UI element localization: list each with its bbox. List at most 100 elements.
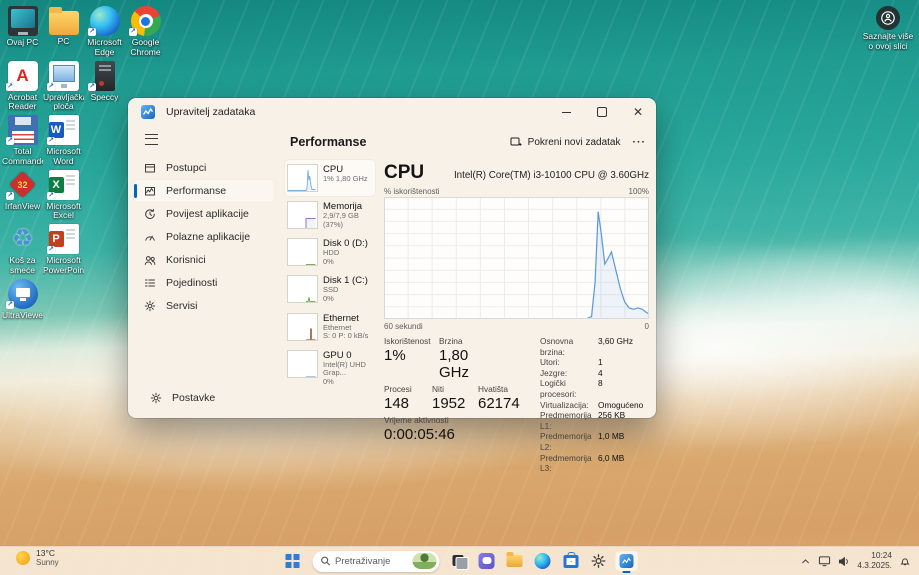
x-axis-left: 60 sekundi (384, 322, 423, 331)
detail-row: Predmemorija L1: 256 KB (540, 410, 643, 431)
threads-value: 1952 (432, 395, 478, 412)
search-highlight-image[interactable] (412, 553, 436, 569)
edge-icon (535, 553, 551, 569)
settings-button[interactable] (586, 549, 611, 573)
sidebar-item-postupci[interactable]: Postupci (134, 157, 274, 179)
task-manager-icon (620, 554, 634, 568)
sidebar-item-polazne-aplikacije[interactable]: Polazne aplikacije (134, 226, 274, 248)
shortcut-arrow-icon: ↗ (88, 83, 96, 91)
shortcut-arrow-icon: ↗ (6, 137, 14, 145)
desktop-icon-recycle-bin[interactable]: ↗ Koš za smeće (2, 224, 43, 275)
shortcut-arrow-icon: ↗ (47, 83, 55, 91)
active-app-indicator (623, 571, 631, 574)
sidebar: Postupci Performanse Povijest aplikacije (128, 126, 280, 418)
hamburger-menu-icon[interactable] (145, 134, 158, 145)
sidebar-item-icon (144, 162, 156, 174)
sidebar-item-korisnici[interactable]: Korisnici (134, 249, 274, 271)
perf-list-item-memorija[interactable]: Memorija 2,9/7,9 GB (37%) (285, 197, 375, 233)
speaker-icon[interactable] (838, 556, 850, 567)
sidebar-item-icon (144, 208, 156, 220)
desktop-icon-total-commander[interactable]: ↗ Total Commander (2, 115, 43, 166)
new-task-icon (510, 136, 522, 148)
search-icon (320, 556, 330, 566)
start-button[interactable] (280, 549, 305, 573)
notification-bell-icon[interactable] (899, 555, 911, 567)
desktop-icon-control-panel[interactable]: ↗ Upravljačka ploča (43, 61, 84, 112)
search-input[interactable]: Pretraživanje (312, 551, 439, 572)
cpu-panel: CPU Intel(R) Core(TM) i3-10100 CPU @ 3.6… (384, 162, 649, 416)
sidebar-item-icon (144, 254, 156, 266)
cpu-stats: Iskorištenost Brzina 1% 1,80 GHz Procesi… (384, 336, 488, 474)
perf-list-item-disk-0[interactable]: Disk 0 (D:) HDD 0% (285, 234, 375, 270)
sidebar-item-label: Polazne aplikacije (166, 231, 250, 243)
run-new-task-button[interactable]: Pokreni novi zadatak (510, 136, 621, 148)
desktop-icon-powerpoint[interactable]: ↗ Microsoft PowerPoint (43, 224, 84, 275)
performance-list: CPU 1% 1,80 GHz (285, 160, 375, 392)
sidebar-item-icon (144, 185, 156, 197)
desktop-icon-excel[interactable]: ↗ Microsoft Excel (43, 170, 84, 221)
file-explorer-button[interactable] (502, 549, 527, 573)
shortcut-arrow-icon: ↗ (88, 28, 96, 36)
gear-icon (150, 392, 162, 404)
desktop-icon-chrome[interactable]: ↗ Google Chrome (125, 6, 166, 57)
cpu-speed-value: 1,80 GHz (439, 347, 488, 381)
sidebar-item-performanse[interactable]: Performanse (134, 180, 274, 202)
desktop-icon-this-pc[interactable]: ↗ Ovaj PC (2, 6, 43, 48)
weather-widget[interactable]: 13°C Sunny (16, 549, 59, 567)
desktop-icon-word[interactable]: ↗ Microsoft Word (43, 115, 84, 166)
store-button[interactable] (558, 549, 583, 573)
shortcut-arrow-icon: ↗ (47, 137, 55, 145)
title-bar[interactable]: Upravitelj zadataka ✕ (128, 98, 656, 126)
y-axis-label: % iskorištenosti (384, 187, 440, 196)
tray-chevron-up-icon[interactable] (800, 556, 811, 567)
desktop-icon-ultraviewer[interactable]: ↗ UltraViewer (2, 279, 43, 321)
chat-button[interactable] (474, 549, 499, 573)
desktop: ↗ Ovaj PC ↗ PC ↗ Microsoft Edge (0, 0, 919, 575)
task-view-button[interactable] (446, 549, 471, 573)
app-icon (8, 224, 38, 254)
shortcut-arrow-icon: ↗ (6, 83, 14, 91)
sidebar-item-postavke[interactable]: Postavke (140, 387, 268, 409)
perf-list-item-disk-1[interactable]: Disk 1 (C:) SSD 0% (285, 271, 375, 307)
shortcut-arrow-icon: ↗ (6, 192, 14, 200)
sidebar-item-label: Postavke (172, 392, 215, 404)
maximize-button[interactable] (584, 98, 620, 126)
window-title: Upravitelj zadataka (166, 106, 255, 118)
network-display-icon[interactable] (818, 555, 831, 567)
edge-button[interactable] (530, 549, 555, 573)
uptime-value: 0:00:05:46 (384, 426, 455, 443)
processes-value: 148 (384, 395, 432, 412)
desktop-icon-edge[interactable]: ↗ Microsoft Edge (84, 6, 125, 57)
detail-row: Virtualizacija: Omogućeno (540, 400, 643, 411)
page-title: Performanse (290, 135, 366, 149)
detail-row: Osnovna brzina: 3,60 GHz (540, 336, 643, 357)
sidebar-item-icon (144, 231, 156, 243)
windows-logo-icon (286, 554, 300, 568)
detail-row: Utori: 1 (540, 357, 643, 368)
perf-list-item-ethernet[interactable]: Ethernet Ethernet S: 0 P: 0 kB/s (285, 309, 375, 345)
perf-list-item-cpu[interactable]: CPU 1% 1,80 GHz (285, 160, 375, 196)
perf-list-item-gpu-0[interactable]: GPU 0 Intel(R) UHD Grap... 0% (285, 346, 375, 391)
shortcut-arrow-icon: ↗ (6, 301, 14, 309)
mini-graph (287, 313, 318, 341)
sidebar-item-povijest-aplikacije[interactable]: Povijest aplikacije (134, 203, 274, 225)
sidebar-item-pojedinosti[interactable]: Pojedinosti (134, 272, 274, 294)
more-options-button[interactable]: ··· (633, 136, 647, 148)
x-axis-right: 0 (645, 322, 649, 331)
store-icon (563, 555, 578, 568)
minimize-button[interactable] (548, 98, 584, 126)
sun-icon (16, 551, 30, 565)
cpu-device-name: Intel(R) Core(TM) i3-10100 CPU @ 3.60GHz (454, 170, 649, 181)
desktop-icon-speccy[interactable]: ↗ Speccy (84, 61, 125, 103)
sidebar-item-servisi[interactable]: Servisi (134, 295, 274, 317)
close-button[interactable]: ✕ (620, 98, 656, 126)
sidebar-item-icon (144, 277, 156, 289)
task-manager-taskbar-button[interactable] (614, 549, 639, 573)
desktop-icon-acrobat[interactable]: ↗ Acrobat Reader (2, 61, 43, 112)
sidebar-item-label: Servisi (166, 300, 198, 312)
cpu-utilization-value: 1% (384, 347, 439, 381)
desktop-icon-irfanview[interactable]: ↗ IrfanView (2, 170, 43, 212)
spotlight-info-icon[interactable]: Saznajte više o ovoj slici (862, 6, 914, 51)
desktop-icon-folder[interactable]: ↗ PC (43, 6, 84, 47)
clock[interactable]: 10:24 4.3.2025. (857, 551, 892, 570)
